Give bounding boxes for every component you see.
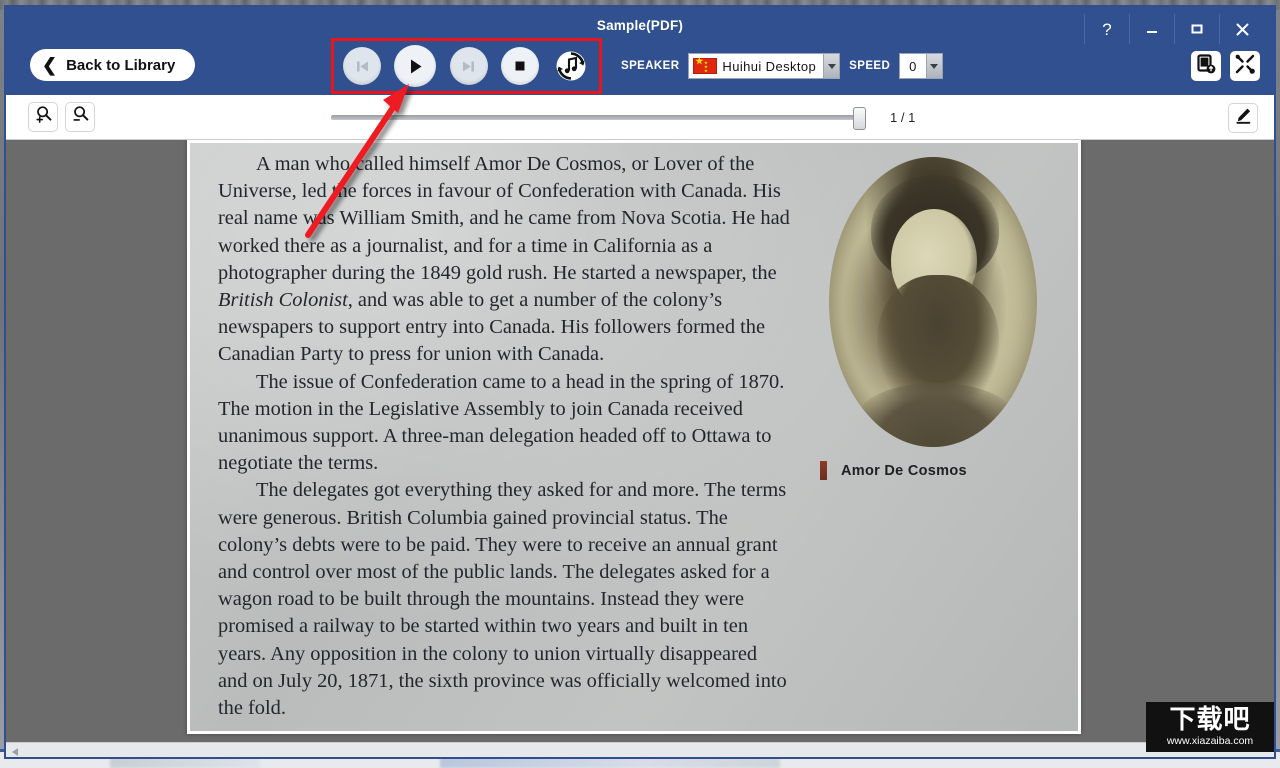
tts-settings-group: SPEAKER Huihui Desktop SPEED 0 bbox=[621, 53, 943, 79]
back-to-library-button[interactable]: ❮ Back to Library bbox=[30, 49, 196, 81]
chevron-left-icon: ❮ bbox=[42, 55, 58, 75]
stop-button[interactable] bbox=[500, 47, 539, 85]
device-upload-icon bbox=[1195, 53, 1217, 80]
paragraph-3: The delegates got everything they asked … bbox=[218, 479, 787, 720]
close-button[interactable] bbox=[1219, 14, 1264, 44]
audio-convert-icon bbox=[553, 48, 589, 84]
zoom-controls bbox=[28, 102, 95, 132]
site-watermark: 下载吧 www.xiazaiba.com bbox=[1146, 702, 1274, 752]
maximize-icon bbox=[1190, 22, 1204, 36]
tools-icon bbox=[1234, 53, 1256, 80]
skip-back-icon bbox=[354, 58, 371, 75]
speed-label: SPEED bbox=[849, 60, 891, 72]
horizontal-scrollbar[interactable] bbox=[6, 742, 1274, 758]
speaker-label: SPEAKER bbox=[621, 60, 680, 72]
scroll-left-arrow[interactable] bbox=[6, 744, 23, 758]
skip-forward-icon bbox=[460, 58, 477, 75]
minimize-button[interactable] bbox=[1129, 14, 1174, 44]
help-button[interactable]: ? bbox=[1084, 14, 1129, 44]
speed-dropdown-arrow[interactable] bbox=[925, 54, 942, 78]
figure-caption: Amor De Cosmos bbox=[802, 461, 1064, 480]
maximize-button[interactable] bbox=[1174, 14, 1219, 44]
portrait-shoulders bbox=[857, 383, 1015, 447]
paragraph-2: The issue of Confederation came to a hea… bbox=[218, 370, 785, 475]
edit-button[interactable] bbox=[1228, 103, 1258, 133]
send-to-device-button[interactable] bbox=[1191, 51, 1221, 81]
scanned-page-image: A man who called himself Amor De Cosmos,… bbox=[190, 143, 1078, 731]
minimize-icon bbox=[1145, 22, 1159, 36]
window-controls: ? bbox=[1084, 13, 1264, 45]
play-icon bbox=[406, 57, 425, 76]
figure-block: Amor De Cosmos bbox=[802, 157, 1064, 480]
previous-page-button[interactable] bbox=[343, 47, 381, 85]
close-icon bbox=[1235, 22, 1250, 37]
caption-text: Amor De Cosmos bbox=[841, 462, 967, 479]
caption-marker-icon bbox=[820, 461, 827, 480]
zoom-in-icon bbox=[34, 105, 53, 129]
question-mark-icon: ? bbox=[1102, 19, 1112, 39]
back-to-library-label: Back to Library bbox=[66, 56, 176, 74]
paragraph-1: A man who called himself Amor De Cosmos,… bbox=[218, 153, 790, 366]
speed-select[interactable]: 0 bbox=[899, 53, 943, 79]
page-position-slider[interactable] bbox=[331, 95, 866, 139]
next-page-button[interactable] bbox=[449, 47, 488, 85]
zoom-out-icon bbox=[71, 105, 90, 129]
convert-to-audio-button[interactable] bbox=[552, 47, 590, 85]
document-toolbar: 1 / 1 bbox=[6, 95, 1274, 140]
document-page: A man who called himself Amor De Cosmos,… bbox=[187, 140, 1081, 734]
speaker-select[interactable]: Huihui Desktop bbox=[688, 53, 841, 79]
portrait-photo bbox=[829, 157, 1037, 447]
pencil-icon bbox=[1234, 106, 1253, 130]
watermark-text: 下载吧 bbox=[1169, 705, 1251, 736]
speaker-dropdown-arrow[interactable] bbox=[823, 54, 840, 78]
speaker-value: Huihui Desktop bbox=[722, 58, 817, 74]
china-flag-icon bbox=[693, 57, 718, 74]
zoom-out-button[interactable] bbox=[65, 102, 95, 132]
media-controls-highlighted-group bbox=[331, 38, 602, 94]
slider-thumb[interactable] bbox=[853, 106, 866, 130]
document-text: A man who called himself Amor De Cosmos,… bbox=[218, 151, 790, 722]
stop-icon bbox=[512, 58, 528, 74]
document-viewer[interactable]: A man who called himself Amor De Cosmos,… bbox=[6, 140, 1274, 742]
page-indicator: 1 / 1 bbox=[890, 109, 916, 125]
speed-value: 0 bbox=[909, 58, 917, 74]
window-header: Sample(PDF) ? ❮ Back to Library SPEAKER … bbox=[6, 7, 1274, 95]
slider-track[interactable] bbox=[331, 106, 866, 130]
watermark-url: www.xiazaiba.com bbox=[1166, 735, 1254, 748]
header-tools-group bbox=[1191, 51, 1260, 81]
application-window: Sample(PDF) ? ❮ Back to Library SPEAKER … bbox=[4, 5, 1276, 759]
settings-tools-button[interactable] bbox=[1230, 51, 1260, 81]
play-button[interactable] bbox=[394, 45, 437, 87]
zoom-in-button[interactable] bbox=[28, 102, 58, 132]
